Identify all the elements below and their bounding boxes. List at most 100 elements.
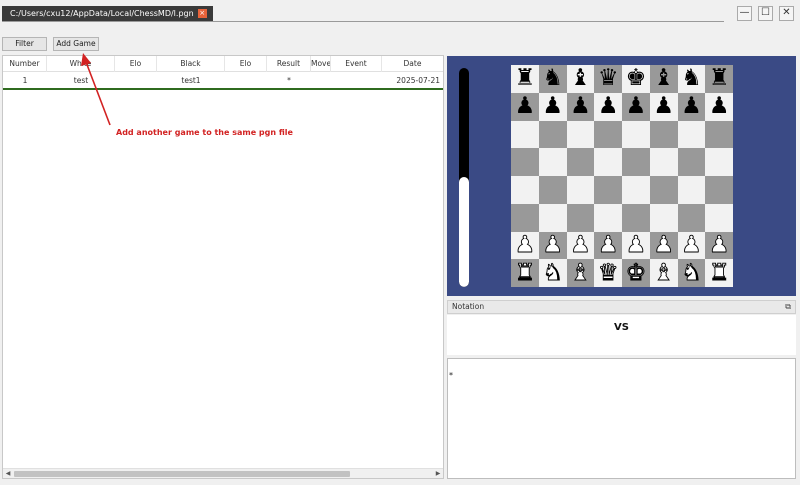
tab-close-icon[interactable]: × xyxy=(197,9,207,18)
board-square[interactable] xyxy=(622,148,650,176)
scroll-right-icon[interactable]: ▶ xyxy=(433,469,443,479)
board-square[interactable] xyxy=(566,120,595,149)
white-pawn-icon[interactable]: ♟ xyxy=(705,231,733,260)
board-square[interactable] xyxy=(538,203,567,232)
white-king-icon[interactable]: ♚ xyxy=(622,259,650,287)
white-pawn-icon[interactable]: ♟ xyxy=(566,231,595,260)
board-square[interactable] xyxy=(594,148,622,176)
board-square[interactable] xyxy=(705,148,733,176)
white-pawn-icon[interactable]: ♟ xyxy=(594,231,622,260)
black-rook-icon[interactable]: ♜ xyxy=(705,65,733,93)
cell-event xyxy=(331,73,382,88)
chess-board[interactable]: ♜ ♞ ♝ ♛ ♚ ♝ ♞ ♜ ♟ ♟ ♟ ♟ ♟ ♟ ♟ ♟ ♟ ♟ ♟ ♟ ♟ ♟ ♟ ♟ ♜ ♞ ♝ ♛ ♚ ♝ ♞ ♜ xyxy=(511,65,733,287)
horizontal-scrollbar[interactable]: ◀ ▶ xyxy=(3,468,443,478)
white-queen-icon[interactable]: ♛ xyxy=(594,259,622,287)
board-square[interactable] xyxy=(594,203,622,232)
scrollbar-thumb[interactable] xyxy=(14,471,350,477)
black-pawn-icon[interactable]: ♟ xyxy=(538,92,567,121)
black-pawn-icon[interactable]: ♟ xyxy=(677,92,706,121)
column-header-white-elo[interactable]: Elo xyxy=(115,56,157,72)
board-panel: ♜ ♞ ♝ ♛ ♚ ♝ ♞ ♜ ♟ ♟ ♟ ♟ ♟ ♟ ♟ ♟ ♟ ♟ ♟ ♟ ♟ ♟ ♟ ♟ ♜ ♞ ♝ ♛ ♚ ♝ ♞ ♜ xyxy=(447,56,796,296)
board-square[interactable] xyxy=(538,148,567,176)
board-square[interactable] xyxy=(649,203,678,232)
black-pawn-icon[interactable]: ♟ xyxy=(649,92,678,121)
board-square[interactable] xyxy=(705,203,733,232)
board-square[interactable] xyxy=(677,148,706,176)
table-header: Number White Elo Black Elo Result Move E… xyxy=(3,56,443,72)
column-header-white[interactable]: White xyxy=(47,56,115,72)
black-knight-icon[interactable]: ♞ xyxy=(538,65,567,93)
board-square[interactable] xyxy=(649,120,678,149)
annotation-text: Add another game to the same pgn file xyxy=(116,128,293,137)
board-square[interactable] xyxy=(705,120,733,149)
column-header-event[interactable]: Event xyxy=(331,56,382,72)
black-pawn-icon[interactable]: ♟ xyxy=(511,92,539,121)
column-header-date[interactable]: Date xyxy=(382,56,443,72)
white-pawn-icon[interactable]: ♟ xyxy=(511,231,539,260)
board-square[interactable] xyxy=(511,203,539,232)
black-bishop-icon[interactable]: ♝ xyxy=(649,65,678,93)
white-rook-icon[interactable]: ♜ xyxy=(511,259,539,287)
game-table[interactable]: Number White Elo Black Elo Result Move E… xyxy=(2,55,444,479)
black-king-icon[interactable]: ♚ xyxy=(622,65,650,93)
cell-date: 2025-07-21 xyxy=(396,76,440,85)
column-header-result[interactable]: Result xyxy=(267,56,311,72)
maximize-button[interactable]: ☐ xyxy=(758,6,773,21)
black-bishop-icon[interactable]: ♝ xyxy=(566,65,595,93)
board-square[interactable] xyxy=(566,148,595,176)
black-knight-icon[interactable]: ♞ xyxy=(677,65,706,93)
white-pawn-icon[interactable]: ♟ xyxy=(677,231,706,260)
board-square[interactable] xyxy=(511,176,539,204)
black-rook-icon[interactable]: ♜ xyxy=(511,65,539,93)
white-knight-icon[interactable]: ♞ xyxy=(538,259,567,287)
minimize-button[interactable]: — xyxy=(737,6,752,21)
column-header-black-elo[interactable]: Elo xyxy=(225,56,267,72)
board-square[interactable] xyxy=(566,176,595,204)
cell-number: 1 xyxy=(22,76,28,85)
column-header-black[interactable]: Black xyxy=(157,56,225,72)
board-square[interactable] xyxy=(594,176,622,204)
white-knight-icon[interactable]: ♞ xyxy=(677,259,706,287)
board-square[interactable] xyxy=(622,120,650,149)
board-square[interactable] xyxy=(622,203,650,232)
notation-title: Notation xyxy=(452,302,485,311)
black-pawn-icon[interactable]: ♟ xyxy=(594,92,622,121)
filter-button[interactable]: Filter xyxy=(2,37,47,51)
undock-icon[interactable]: ⧉ xyxy=(785,301,791,313)
board-square[interactable] xyxy=(538,120,567,149)
table-row[interactable]: 1 test test1 * 2025-07-21 xyxy=(3,73,443,90)
moves-area[interactable]: * xyxy=(447,358,796,479)
scroll-left-icon[interactable]: ◀ xyxy=(3,469,13,479)
players-box: VS xyxy=(447,315,796,355)
cell-move xyxy=(311,73,331,88)
black-pawn-icon[interactable]: ♟ xyxy=(566,92,595,121)
close-button[interactable]: ✕ xyxy=(779,6,794,21)
board-square[interactable] xyxy=(677,203,706,232)
add-game-button[interactable]: Add Game xyxy=(53,37,99,51)
column-header-number[interactable]: Number xyxy=(3,56,47,72)
board-square[interactable] xyxy=(511,148,539,176)
black-pawn-icon[interactable]: ♟ xyxy=(622,92,650,121)
moves-text: * xyxy=(449,371,453,380)
white-bishop-icon[interactable]: ♝ xyxy=(566,259,595,287)
board-square[interactable] xyxy=(705,176,733,204)
white-pawn-icon[interactable]: ♟ xyxy=(538,231,567,260)
board-square[interactable] xyxy=(622,176,650,204)
board-square[interactable] xyxy=(677,176,706,204)
column-header-move[interactable]: Move xyxy=(311,56,331,72)
white-rook-icon[interactable]: ♜ xyxy=(705,259,733,287)
board-square[interactable] xyxy=(511,120,539,149)
board-square[interactable] xyxy=(566,203,595,232)
file-tab-label: C:/Users/cxu12/AppData/Local/ChessMD/l.p… xyxy=(10,9,194,18)
board-square[interactable] xyxy=(649,176,678,204)
white-bishop-icon[interactable]: ♝ xyxy=(649,259,678,287)
board-square[interactable] xyxy=(649,148,678,176)
black-queen-icon[interactable]: ♛ xyxy=(594,65,622,93)
black-pawn-icon[interactable]: ♟ xyxy=(705,92,733,121)
board-square[interactable] xyxy=(594,120,622,149)
board-square[interactable] xyxy=(677,120,706,149)
file-tab[interactable]: C:/Users/cxu12/AppData/Local/ChessMD/l.p… xyxy=(2,6,213,21)
board-square[interactable] xyxy=(538,176,567,204)
white-pawn-icon[interactable]: ♟ xyxy=(622,231,650,260)
white-pawn-icon[interactable]: ♟ xyxy=(649,231,678,260)
